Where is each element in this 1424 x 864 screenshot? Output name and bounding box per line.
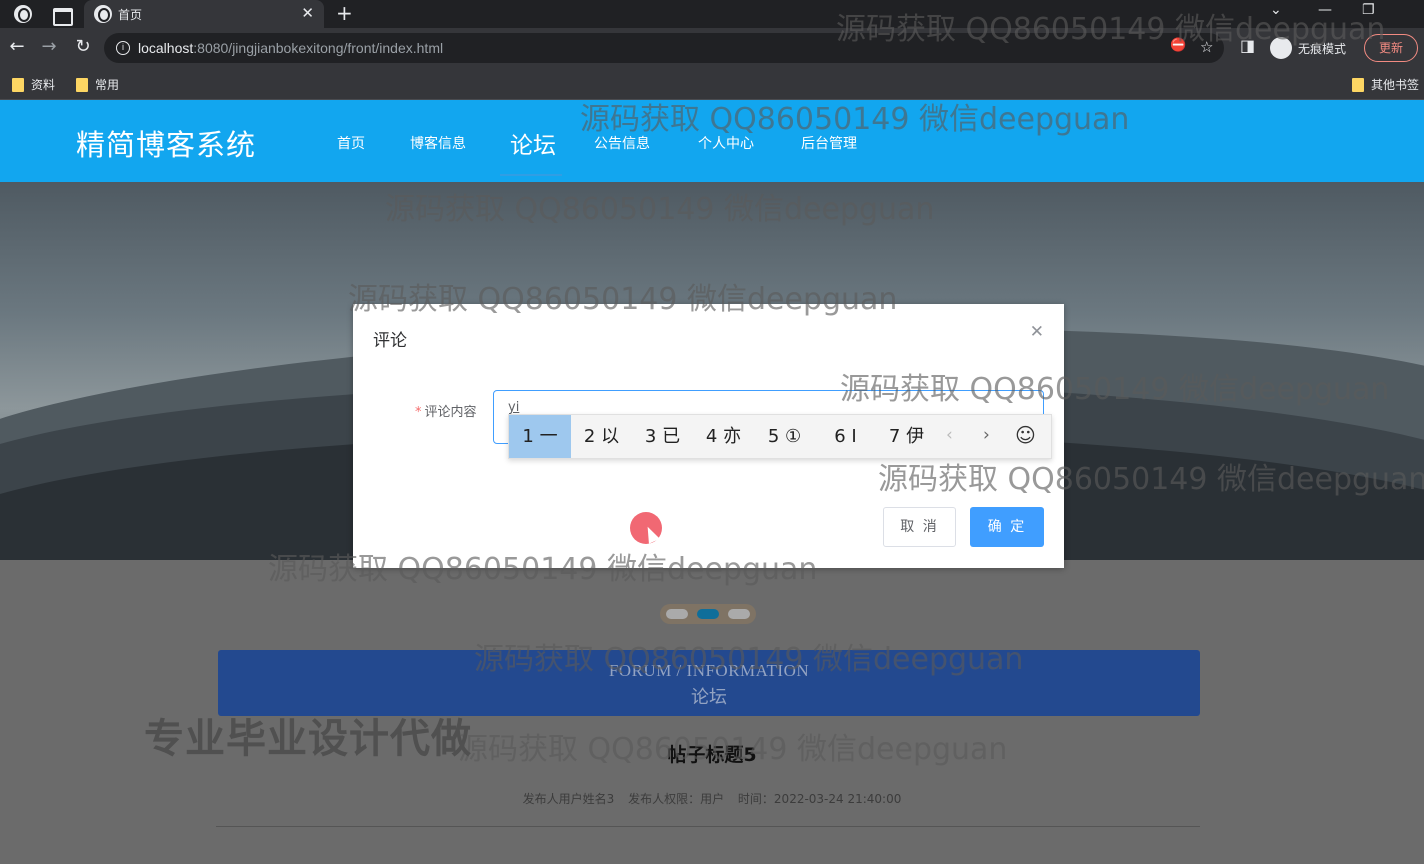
- incognito-label: 无痕模式: [1298, 41, 1347, 56]
- bookmark-label: 常用: [95, 78, 120, 92]
- divider: [216, 826, 1200, 827]
- update-button[interactable]: 更新: [1364, 34, 1418, 62]
- post-time: 时间：2022-03-24 21:40:00: [737, 792, 902, 806]
- reload-icon[interactable]: ↻: [72, 36, 94, 57]
- ime-candidate[interactable]: 2 以: [571, 415, 632, 458]
- carousel-indicators: [660, 604, 756, 624]
- carousel-dot[interactable]: [728, 609, 750, 619]
- carousel-dot-active[interactable]: [697, 609, 719, 619]
- close-icon[interactable]: ✕: [1030, 322, 1044, 342]
- other-bookmarks[interactable]: 其他书签: [1352, 76, 1419, 93]
- nav-blog-info[interactable]: 博客信息: [410, 133, 466, 153]
- dialog-title: 评论: [373, 331, 407, 351]
- comment-input-value: yi: [508, 400, 520, 415]
- other-bookmarks-label: 其他书签: [1371, 78, 1420, 92]
- nav-profile[interactable]: 个人中心: [698, 133, 754, 153]
- tab-search-icon[interactable]: ⌄: [1270, 2, 1282, 18]
- ime-candidate[interactable]: 5 ①: [754, 415, 815, 458]
- folder-icon: [1352, 77, 1364, 92]
- site-info-icon[interactable]: i: [116, 41, 130, 55]
- incognito-icon: [1270, 37, 1292, 59]
- ime-candidate[interactable]: 1 一: [509, 415, 571, 458]
- browser-tab-strip: 首页 ✕ + ⌄ — ❐: [0, 0, 1424, 28]
- minimize-icon[interactable]: —: [1318, 2, 1332, 18]
- tab-title: 首页: [118, 8, 143, 22]
- side-panel-icon[interactable]: ◨: [1240, 36, 1255, 55]
- bookmarks-bar: 资料 常用 其他书签: [0, 68, 1424, 100]
- new-tab-icon[interactable]: +: [336, 1, 353, 25]
- forum-heading-en: FORUM / INFORMATION: [608, 661, 810, 680]
- incognito-indicator[interactable]: 无痕模式: [1270, 37, 1346, 59]
- folder-icon: [76, 77, 88, 92]
- bookmark-star-icon[interactable]: ☆: [1200, 38, 1213, 56]
- ime-candidate[interactable]: 4 亦: [693, 415, 754, 458]
- post-meta: 发布人用户姓名3 发布人权限：用户 时间：2022-03-24 21:40:00: [0, 790, 1424, 807]
- bookmark-folder[interactable]: 常用: [76, 76, 119, 93]
- ime-prev-icon[interactable]: ‹: [946, 425, 953, 445]
- post-role: 发布人权限：用户: [628, 792, 725, 806]
- nav-home[interactable]: 首页: [337, 133, 365, 153]
- browser-globe-icon[interactable]: [14, 5, 32, 23]
- restore-icon[interactable]: ❐: [1362, 2, 1375, 18]
- folder-icon: [12, 77, 24, 92]
- ime-candidate[interactable]: 7 伊: [876, 415, 937, 458]
- url-text: localhost:8080/jingjianbokexitong/front/…: [138, 40, 444, 56]
- blocked-popup-icon[interactable]: ⛔: [1170, 38, 1186, 53]
- ime-next-icon[interactable]: ›: [983, 425, 990, 445]
- site-logo[interactable]: 精简博客系统: [76, 122, 256, 164]
- nav-forum[interactable]: 论坛: [510, 126, 556, 160]
- cancel-button[interactable]: 取 消: [883, 507, 956, 547]
- browser-tab[interactable]: 首页 ✕: [84, 0, 324, 28]
- tab-favicon-icon: [94, 5, 112, 23]
- nav-active-indicator: [500, 174, 562, 176]
- ime-emoji-icon[interactable]: ☺: [1015, 423, 1036, 447]
- forward-icon[interactable]: →: [38, 36, 60, 57]
- nav-announcements[interactable]: 公告信息: [594, 133, 650, 153]
- post-author: 发布人用户姓名3: [522, 792, 615, 806]
- ime-candidate[interactable]: 6 I: [815, 415, 876, 458]
- ime-candidate-bar: 1 一 2 以 3 已 4 亦 5 ① 6 I 7 伊 ‹ › ☺: [508, 414, 1052, 459]
- site-header: 精简博客系统 首页 博客信息 论坛 公告信息 个人中心 后台管理: [0, 100, 1424, 182]
- ime-candidate[interactable]: 3 已: [632, 415, 693, 458]
- bookmark-folder[interactable]: 资料: [12, 76, 55, 93]
- bookmark-label: 资料: [31, 78, 56, 92]
- address-bar[interactable]: i localhost:8080/jingjianbokexitong/fron…: [104, 33, 1224, 63]
- window-icon[interactable]: [52, 5, 73, 26]
- nav-admin[interactable]: 后台管理: [801, 133, 857, 153]
- confirm-button[interactable]: 确 定: [970, 507, 1044, 547]
- carousel-dot[interactable]: [666, 609, 688, 619]
- comment-field-label: * 评论内容: [415, 405, 477, 420]
- tab-close-icon[interactable]: ✕: [301, 4, 314, 22]
- promo-watermark: 专业毕业设计代做: [144, 716, 472, 762]
- browser-toolbar: ← → ↻ i localhost:8080/jingjianbokexiton…: [0, 28, 1424, 68]
- back-icon[interactable]: ←: [6, 36, 28, 57]
